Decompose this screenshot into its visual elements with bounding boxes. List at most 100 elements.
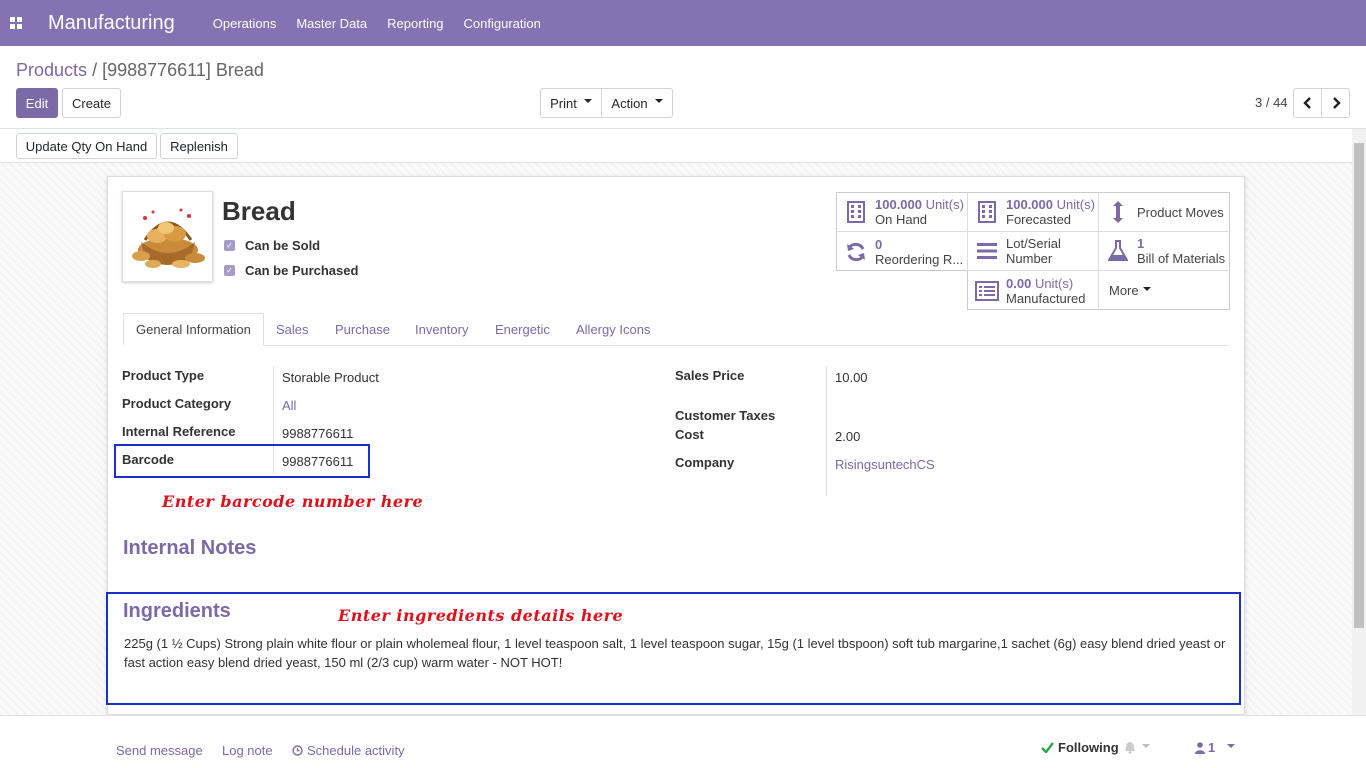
pager-value[interactable]: 3 / 44 <box>1255 95 1288 110</box>
manufactured-label: Manufactured <box>1006 290 1086 306</box>
manufactured-value: 0.00 <box>1006 275 1032 291</box>
tab-inventory[interactable]: Inventory <box>415 313 468 346</box>
menu-configuration[interactable]: Configuration <box>464 16 541 31</box>
followers-count: 1 <box>1208 740 1216 755</box>
ingredients-line-1: 225g (1 ½ Cups) Strong plain white flour… <box>124 636 1226 651</box>
lot-serial-button[interactable]: Lot/Serial Number <box>968 232 1099 271</box>
chatter: Send message Log note Schedule activity … <box>0 715 1366 768</box>
ingredients-line-2: fast action easy blend dried yeast, 150 … <box>124 655 563 670</box>
control-panel: Products / [9988776611] Bread Edit Creat… <box>0 46 1366 129</box>
breadcrumb: Products / [9988776611] Bread <box>16 60 264 81</box>
schedule-activity-button[interactable]: Schedule activity <box>292 743 405 758</box>
user-icon <box>1195 741 1205 754</box>
sales-price-label: Sales Price <box>675 368 745 383</box>
send-message-button[interactable]: Send message <box>116 743 203 758</box>
ingredients-field[interactable]: 225g (1 ½ Cups) Strong plain white flour… <box>124 634 1234 672</box>
barcode-highlight-box <box>114 444 370 478</box>
product-moves-button[interactable]: Product Moves <box>1099 193 1230 232</box>
breadcrumb-current: [9988776611] Bread <box>102 60 264 80</box>
flask-icon <box>1099 240 1137 262</box>
check-icon <box>1041 742 1054 753</box>
forecasted-button[interactable]: 100.000 Unit(s) Forecasted <box>968 193 1099 232</box>
print-label: Print <box>550 95 577 111</box>
can-be-sold-label: Can be Sold <box>245 238 321 253</box>
caret-down-icon <box>583 99 592 103</box>
caret-down-icon <box>1142 286 1151 291</box>
tab-allergy-icons[interactable]: Allergy Icons <box>576 313 650 346</box>
update-qty-button[interactable]: Update Qty On Hand <box>16 133 157 159</box>
more-button[interactable]: More <box>1099 271 1230 310</box>
bom-label: Bill of Materials <box>1137 251 1226 266</box>
menu-reporting[interactable]: Reporting <box>387 16 443 31</box>
schedule-activity-label: Schedule activity <box>307 743 405 758</box>
reordering-value: 0 <box>875 236 883 252</box>
followers-button[interactable]: 1 <box>1195 740 1236 755</box>
forecasted-label: Forecasted <box>1006 212 1072 227</box>
ingredients-annotation: Enter ingredients details here <box>338 606 624 625</box>
company-label: Company <box>675 455 735 470</box>
bom-value: 1 <box>1137 236 1145 251</box>
on-hand-button[interactable]: 100.000 Unit(s) On Hand <box>837 193 968 232</box>
building-icon <box>968 201 1006 223</box>
scrollbar-thumb[interactable] <box>1354 143 1364 628</box>
clock-icon <box>292 745 303 756</box>
tab-general-information[interactable]: General Information <box>123 313 264 346</box>
product-category-label: Product Category <box>122 396 232 411</box>
internal-reference-field[interactable]: 9988776611 <box>282 426 353 441</box>
forecasted-value: 100.000 <box>1006 197 1053 212</box>
action-dropdown[interactable]: Action <box>601 88 673 118</box>
top-navbar: Manufacturing Operations Master Data Rep… <box>0 0 1366 46</box>
cost-field[interactable]: 2.00 <box>835 429 860 444</box>
more-label: More <box>1109 283 1139 298</box>
on-hand-value: 100.000 <box>875 197 922 212</box>
chevron-right-icon <box>1332 97 1341 109</box>
notification-settings-button[interactable] <box>1124 741 1150 754</box>
product-moves-label: Product Moves <box>1137 204 1224 220</box>
product-image[interactable] <box>122 191 213 282</box>
sales-price-field[interactable]: 10.00 <box>835 370 868 385</box>
tab-purchase[interactable]: Purchase <box>335 313 390 346</box>
product-type-field[interactable]: Storable Product <box>282 370 379 385</box>
on-hand-label: On Hand <box>875 212 928 227</box>
list-bars-icon <box>968 242 1006 260</box>
pager-previous-button[interactable] <box>1293 88 1322 118</box>
print-dropdown[interactable]: Print <box>540 88 602 118</box>
apps-menu-icon[interactable] <box>0 0 32 46</box>
log-note-button[interactable]: Log note <box>222 743 273 758</box>
lot-serial-label-2: Number <box>1006 251 1053 266</box>
menu-master-data[interactable]: Master Data <box>296 16 367 31</box>
product-name[interactable]: Bread <box>222 196 296 227</box>
following-label: Following <box>1058 740 1119 755</box>
bill-of-materials-button[interactable]: 1 Bill of Materials <box>1099 232 1230 271</box>
field-separator <box>826 366 827 496</box>
on-hand-unit: Unit(s) <box>925 197 964 212</box>
replenish-button[interactable]: Replenish <box>160 133 238 159</box>
create-button[interactable]: Create <box>62 88 121 118</box>
list-alt-icon <box>968 280 1006 301</box>
building-icon <box>837 201 875 223</box>
following-button[interactable]: Following <box>1041 740 1119 755</box>
tab-sales[interactable]: Sales <box>276 313 309 346</box>
tab-energetic[interactable]: Energetic <box>495 313 550 346</box>
action-label: Action <box>611 95 648 111</box>
company-field[interactable]: RisingsuntechCS <box>835 457 935 472</box>
manufactured-unit: Unit(s) <box>1034 275 1074 291</box>
product-type-label: Product Type <box>122 368 205 383</box>
can-be-purchased-checkbox[interactable]: ✓ <box>224 265 235 276</box>
caret-down-icon <box>1142 743 1150 748</box>
edit-button[interactable]: Edit <box>16 88 58 118</box>
can-be-purchased-label: Can be Purchased <box>245 263 359 278</box>
caret-down-icon <box>654 99 663 103</box>
app-name[interactable]: Manufacturing <box>48 12 175 35</box>
reordering-rules-button[interactable]: 0 Reordering R... <box>837 232 968 271</box>
pager-next-button[interactable] <box>1321 88 1350 118</box>
manufactured-button[interactable]: 0.00 Unit(s) Manufactured <box>968 271 1099 310</box>
internal-notes-title: Internal Notes <box>123 537 257 559</box>
can-be-sold-checkbox[interactable]: ✓ <box>224 240 235 251</box>
internal-reference-label: Internal Reference <box>122 424 236 439</box>
reordering-label: Reordering R... <box>875 251 964 267</box>
menu-operations[interactable]: Operations <box>213 16 277 31</box>
product-category-field[interactable]: All <box>282 398 296 413</box>
breadcrumb-products[interactable]: Products <box>16 60 87 80</box>
lot-serial-label-1: Lot/Serial <box>1006 236 1061 251</box>
